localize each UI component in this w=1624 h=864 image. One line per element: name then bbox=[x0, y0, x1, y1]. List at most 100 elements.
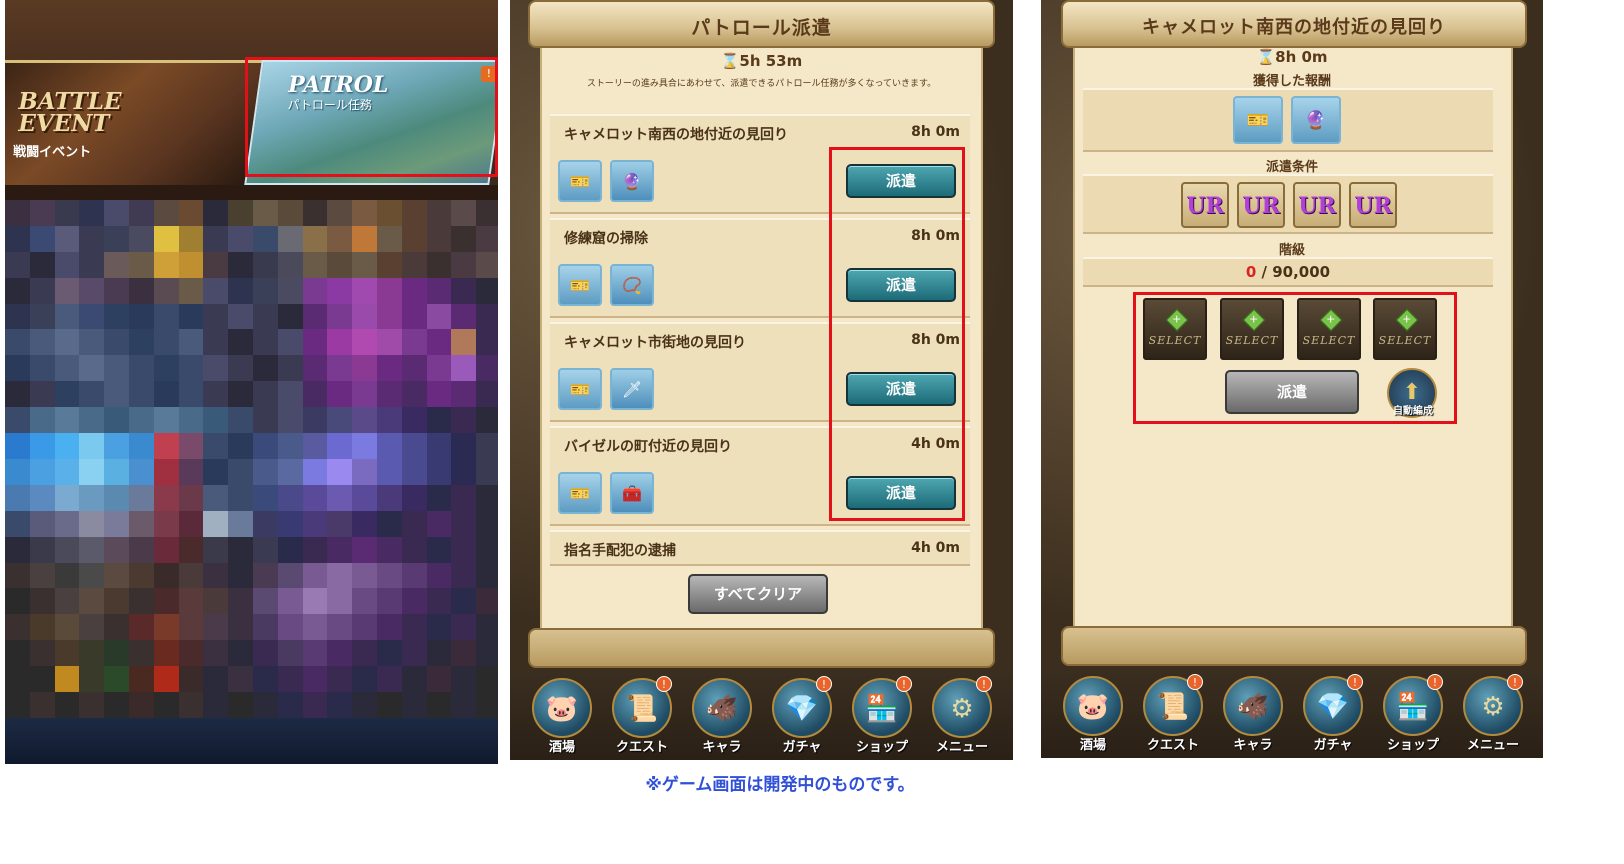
mosaic-tile bbox=[401, 484, 427, 511]
mosaic-tile bbox=[203, 510, 229, 537]
mosaic-tile bbox=[426, 588, 452, 615]
mosaic-tile bbox=[426, 458, 452, 485]
mosaic-tile bbox=[451, 536, 477, 563]
mosaic-tile bbox=[178, 666, 204, 693]
mosaic-tile bbox=[79, 510, 105, 537]
mosaic-tile bbox=[178, 225, 204, 252]
mosaic-tile bbox=[228, 225, 253, 252]
mosaic-tile bbox=[451, 407, 477, 434]
mosaic-tile bbox=[153, 484, 179, 511]
mosaic-tile bbox=[476, 562, 498, 589]
mosaic-tile bbox=[228, 484, 253, 511]
rewards-label: 獲得した報酬 bbox=[1252, 74, 1331, 89]
mosaic-tile bbox=[29, 200, 55, 226]
mosaic-tile bbox=[352, 484, 377, 511]
mosaic-tile bbox=[376, 355, 402, 382]
mosaic-tile bbox=[252, 381, 278, 408]
mosaic-tile bbox=[426, 614, 452, 641]
clear-all-button[interactable]: すべてクリア bbox=[688, 574, 828, 614]
nav-character[interactable]: 🐗 キャラ bbox=[1213, 670, 1293, 758]
mosaic-tile bbox=[54, 640, 80, 667]
nav-shop[interactable]: 🏪! ショップ bbox=[842, 672, 922, 760]
scroll-header: パトロール派遣 bbox=[528, 0, 995, 48]
mosaic-tile bbox=[352, 355, 377, 382]
mosaic-tile bbox=[426, 329, 452, 356]
mosaic-tile bbox=[327, 640, 353, 667]
mosaic-tile bbox=[277, 458, 303, 485]
conditions-label: 派遣条件 bbox=[1265, 160, 1318, 175]
nav-quest[interactable]: 📜! クエスト bbox=[1133, 670, 1213, 758]
battle-event-banner[interactable]: BATTLE EVENT 戦闘イベント bbox=[5, 60, 264, 185]
mosaic-tile bbox=[128, 484, 154, 511]
mosaic-tile bbox=[29, 536, 55, 563]
mosaic-tile bbox=[277, 510, 303, 537]
mosaic-tile bbox=[54, 381, 80, 408]
mosaic-tile bbox=[451, 458, 477, 485]
ur-card-icon: UR bbox=[1237, 182, 1285, 228]
mosaic-tile bbox=[327, 562, 353, 589]
mission-timer: ⌛8h 0m bbox=[1256, 48, 1328, 66]
mosaic-tile bbox=[401, 536, 427, 563]
mosaic-tile bbox=[178, 614, 204, 641]
nav-gacha[interactable]: 💎! ガチャ bbox=[1293, 670, 1373, 758]
mosaic-tile bbox=[352, 251, 377, 278]
mosaic-tile bbox=[29, 251, 55, 278]
mosaic-tile bbox=[203, 355, 229, 382]
mosaic-tile bbox=[376, 407, 402, 434]
mosaic-tile bbox=[29, 666, 55, 693]
mosaic-tile bbox=[104, 407, 129, 434]
nav-gacha[interactable]: 💎! ガチャ bbox=[762, 672, 842, 760]
mosaic-tile bbox=[277, 200, 303, 226]
mosaic-tile bbox=[104, 225, 129, 252]
mosaic-tile bbox=[302, 536, 328, 563]
mosaic-tile bbox=[252, 355, 278, 382]
mosaic-tile bbox=[327, 381, 353, 408]
mosaic-tile bbox=[401, 666, 427, 693]
mosaic-tile bbox=[128, 433, 154, 459]
ur-card-icon: UR bbox=[1349, 182, 1397, 228]
mosaic-tile bbox=[426, 640, 452, 667]
mosaic-tile bbox=[128, 277, 154, 304]
nav-menu[interactable]: ⚙! メニュー bbox=[922, 672, 1002, 760]
nav-character[interactable]: 🐗 キャラ bbox=[682, 672, 762, 760]
mosaic-tile bbox=[426, 225, 452, 252]
mosaic-tile bbox=[153, 588, 179, 615]
mosaic-tile bbox=[376, 458, 402, 485]
mosaic-tile bbox=[178, 562, 204, 589]
mosaic-tile bbox=[79, 692, 105, 718]
mosaic-tile bbox=[228, 692, 253, 718]
bottom-nav: 🐷 酒場 📜! クエスト 🐗 キャラ 💎! ガチャ 🏪! ショップ ⚙! メニュー bbox=[1041, 670, 1543, 758]
mosaic-tile bbox=[104, 277, 129, 304]
mosaic-tile bbox=[178, 588, 204, 615]
mosaic-tile bbox=[376, 510, 402, 537]
mosaic-tile bbox=[79, 200, 105, 226]
mosaic-tile bbox=[476, 588, 498, 615]
mosaic-tile bbox=[54, 225, 80, 252]
nav-shop[interactable]: 🏪! ショップ bbox=[1373, 670, 1453, 758]
mosaic-tile bbox=[376, 484, 402, 511]
ticket-reward-icon: 🎫 bbox=[558, 264, 602, 306]
nav-menu[interactable]: ⚙! メニュー bbox=[1453, 670, 1533, 758]
mosaic-tile bbox=[5, 200, 30, 226]
mosaic-tile bbox=[277, 277, 303, 304]
nav-tavern[interactable]: 🐷 酒場 bbox=[522, 672, 602, 760]
mosaic-tile bbox=[327, 355, 353, 382]
mosaic-tile bbox=[252, 407, 278, 434]
mosaic-tile bbox=[401, 303, 427, 330]
nav-tavern[interactable]: 🐷 酒場 bbox=[1053, 670, 1133, 758]
mosaic-tile bbox=[302, 329, 328, 356]
mosaic-tile bbox=[178, 329, 204, 356]
mosaic-tile bbox=[178, 381, 204, 408]
mosaic-tile bbox=[476, 536, 498, 563]
nav-quest[interactable]: 📜! クエスト bbox=[602, 672, 682, 760]
mosaic-tile bbox=[153, 433, 179, 459]
mosaic-tile bbox=[451, 251, 477, 278]
nav-label: ショップ bbox=[1386, 738, 1439, 753]
nav-label: ショップ bbox=[855, 740, 908, 755]
mosaic-tile bbox=[426, 355, 452, 382]
mosaic-tile bbox=[228, 355, 253, 382]
mosaic-tile bbox=[451, 614, 477, 641]
mosaic-tile bbox=[252, 303, 278, 330]
mosaic-tile bbox=[352, 225, 377, 252]
mosaic-tile bbox=[401, 225, 427, 252]
